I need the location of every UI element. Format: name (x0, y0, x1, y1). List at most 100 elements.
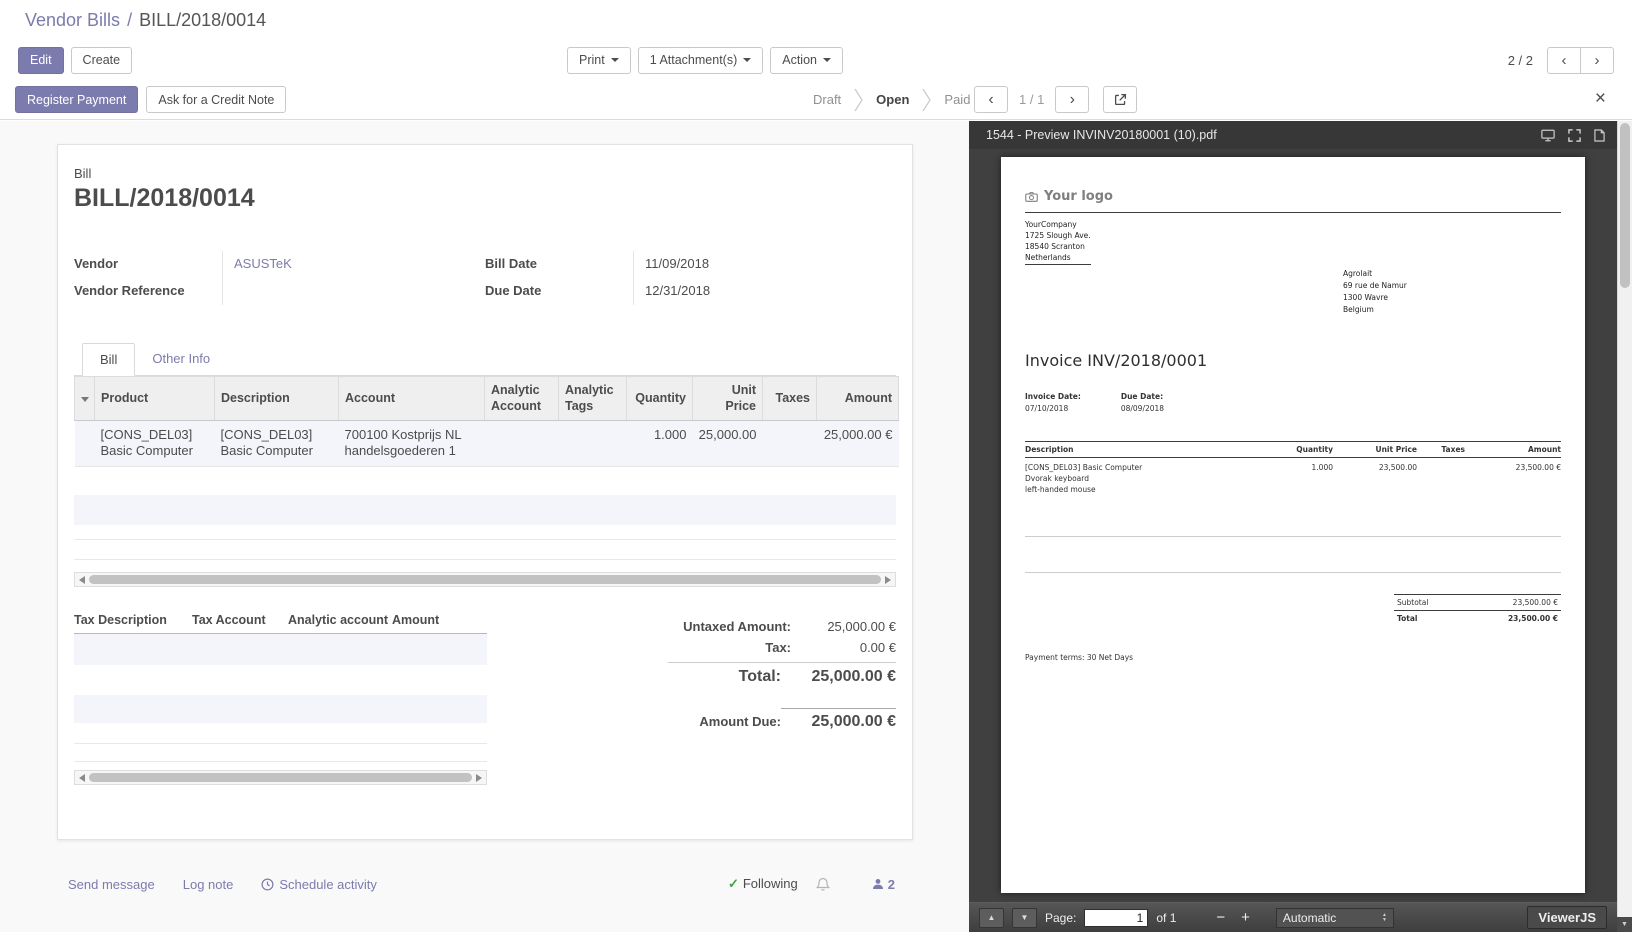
breadcrumb-parent-link[interactable]: Vendor Bills (25, 10, 120, 31)
page-down-button[interactable]: ▼ (1012, 908, 1037, 928)
content-area: Bill BILL/2018/0014 Vendor ASUSTeK Vendo… (0, 121, 1632, 932)
payment-terms: Payment terms: 30 Net Days (1025, 653, 1561, 662)
following-label: Following (743, 876, 798, 891)
schedule-activity-button[interactable]: Schedule activity (261, 877, 377, 892)
chevron-right-icon: › (1595, 52, 1600, 69)
scroll-down-icon[interactable]: ▼ (1617, 917, 1632, 932)
statusbar-arrow-icon (854, 87, 863, 113)
totals-divider (668, 662, 896, 663)
col-header-amount[interactable]: Amount (817, 377, 899, 421)
cell-analytic-tags (559, 420, 627, 467)
followers-button[interactable]: 2 (872, 877, 895, 892)
attachment-preview-pager: ‹ 1 / 1 › (974, 86, 1137, 113)
pdf-viewport[interactable]: Your logo YourCompany 1725 Slough Ave. 1… (969, 149, 1617, 902)
zoom-out-button[interactable]: − (1212, 910, 1229, 925)
tax-col-account: Tax Account (192, 613, 288, 627)
col-header-unit-price[interactable]: Unit Price (693, 377, 763, 421)
bill-date-label: Bill Date (485, 251, 633, 278)
scroll-right-icon[interactable] (476, 774, 482, 782)
person-icon (872, 878, 884, 890)
attachment-previous-button[interactable]: ‹ (974, 86, 1008, 113)
form-sheet: Bill BILL/2018/0014 Vendor ASUSTeK Vendo… (57, 144, 913, 840)
pdf-page: Your logo YourCompany 1725 Slough Ave. 1… (1001, 157, 1585, 893)
breadcrumb: Vendor Bills / BILL/2018/0014 (0, 0, 1632, 40)
send-message-button[interactable]: Send message (68, 877, 155, 892)
report-header-rule (1025, 212, 1561, 213)
attachment-next-button[interactable]: › (1055, 86, 1089, 113)
attachments-menu-label: 1 Attachment(s) (650, 53, 738, 67)
cell-amount: 25,000.00 € (817, 420, 899, 467)
chevron-left-icon: ‹ (988, 92, 993, 108)
presentation-mode-icon[interactable] (1541, 129, 1555, 142)
notebook-tabs: Bill Other Info (74, 343, 896, 376)
register-payment-button[interactable]: Register Payment (15, 86, 138, 113)
tab-bill[interactable]: Bill (82, 343, 135, 376)
pager-previous-button[interactable]: ‹ (1547, 47, 1581, 74)
invoice-lines-table: Product Description Account Analytic Acc… (74, 376, 899, 467)
col-header-analytic-account[interactable]: Analytic Account (485, 377, 559, 421)
pdf-title: 1544 - Preview INVINV20180001 (10).pdf (986, 128, 1541, 142)
status-open[interactable]: Open (863, 92, 922, 107)
action-menu-label: Action (782, 53, 817, 67)
empty-row (74, 525, 896, 540)
scrollbar-thumb[interactable] (89, 773, 472, 782)
cell-account: 700100 Kostprijs NL handelsgoederen 1 (339, 420, 485, 467)
create-button[interactable]: Create (71, 47, 133, 74)
column-toggle-header[interactable] (75, 377, 95, 421)
section-divider (1025, 572, 1561, 573)
vendor-field[interactable]: ASUSTeK (234, 256, 292, 271)
invoice-pdf-table: Description Quantity Unit Price Taxes Am… (1025, 441, 1561, 495)
col-header-account[interactable]: Account (339, 377, 485, 421)
action-menu-button[interactable]: Action (770, 47, 843, 74)
col-header-description[interactable]: Description (215, 377, 339, 421)
window-scrollbar[interactable]: ▼ (1617, 121, 1632, 932)
scroll-right-icon[interactable] (885, 576, 891, 584)
scrollbar-thumb[interactable] (89, 575, 881, 584)
edit-button[interactable]: Edit (18, 47, 64, 74)
bill-date-field[interactable]: 11/09/2018 (633, 251, 885, 278)
download-document-icon[interactable] (1594, 129, 1605, 142)
log-note-button[interactable]: Log note (183, 877, 234, 892)
page-number-input[interactable] (1084, 909, 1148, 927)
col-header-taxes[interactable]: Taxes (763, 377, 817, 421)
pdf-header: 1544 - Preview INVINV20180001 (10).pdf (969, 121, 1617, 149)
page-up-button[interactable]: ▲ (979, 908, 1004, 928)
amount-due-label: Amount Due: (699, 714, 781, 729)
col-header-analytic-tags[interactable]: Analytic Tags (559, 377, 627, 421)
zoom-select[interactable]: Automatic ▲▼ (1276, 908, 1394, 928)
print-menu-button[interactable]: Print (567, 47, 631, 74)
vendor-reference-field[interactable] (222, 278, 474, 305)
cell-unit-price: 25,000.00 (693, 420, 763, 467)
vendor-reference-label: Vendor Reference (74, 278, 222, 305)
tax-horizontal-scrollbar[interactable] (74, 770, 487, 785)
col-header-quantity[interactable]: Quantity (627, 377, 693, 421)
schedule-activity-label: Schedule activity (279, 877, 377, 892)
statusbar-states: Draft Open Paid (800, 80, 983, 119)
viewerjs-toolbar: ▲ ▼ Page: of 1 − + Automatic ▲▼ ViewerJS (969, 902, 1617, 932)
empty-row (74, 665, 487, 695)
pager-next-button[interactable]: › (1580, 47, 1614, 74)
document-type-label: Bill (74, 166, 896, 181)
open-attachment-new-window-button[interactable] (1103, 86, 1137, 113)
chevron-down-icon (743, 58, 751, 62)
tab-other-info[interactable]: Other Info (135, 343, 227, 375)
bell-icon[interactable] (816, 877, 830, 891)
lines-horizontal-scrollbar[interactable] (74, 572, 896, 587)
tax-label: Tax: (765, 640, 791, 655)
invoice-line-row[interactable]: [CONS_DEL03] Basic Computer [CONS_DEL03]… (75, 420, 899, 467)
ask-credit-note-button[interactable]: Ask for a Credit Note (146, 86, 286, 113)
empty-row (74, 540, 896, 560)
scroll-left-icon[interactable] (79, 576, 85, 584)
attachments-menu-button[interactable]: 1 Attachment(s) (638, 47, 764, 74)
status-draft[interactable]: Draft (800, 92, 854, 107)
scroll-left-icon[interactable] (79, 774, 85, 782)
following-toggle[interactable]: ✓Following (728, 876, 798, 892)
due-date-field[interactable]: 12/31/2018 (633, 278, 885, 305)
zoom-in-button[interactable]: + (1237, 910, 1254, 925)
chevron-right-icon: › (1070, 92, 1075, 108)
scrollbar-thumb[interactable] (1620, 123, 1630, 288)
fullscreen-icon[interactable] (1568, 129, 1581, 142)
page-title: BILL/2018/0014 (74, 184, 896, 213)
col-header-product[interactable]: Product (95, 377, 215, 421)
close-preview-button[interactable]: × (1595, 89, 1606, 108)
